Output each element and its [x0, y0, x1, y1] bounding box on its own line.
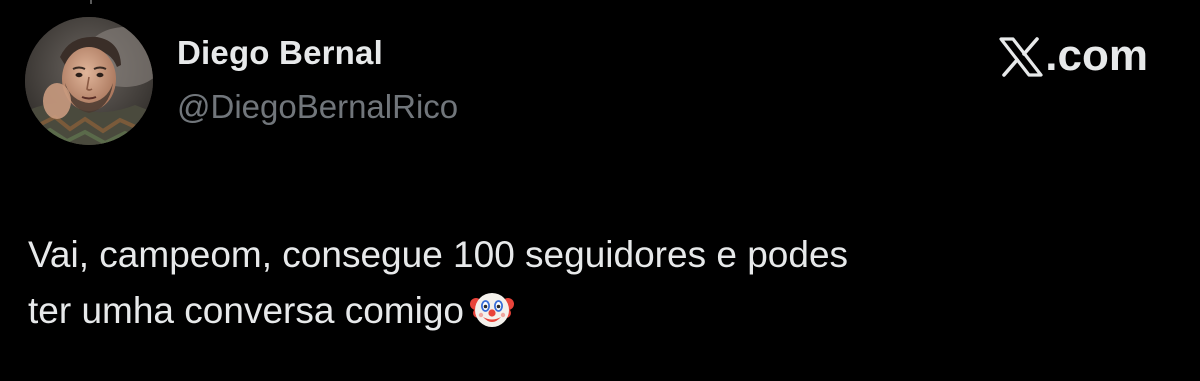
author-handle[interactable]: @DiegoBernalRico — [177, 88, 458, 126]
avatar[interactable] — [25, 17, 153, 145]
post-card: Diego Bernal @DiegoBernalRico .com Vai, … — [0, 0, 1200, 381]
post-text-segment: ter umha conversa comigo — [28, 290, 464, 331]
post-text: Vai, campeom, consegue 100 seguidores e … — [28, 227, 1158, 339]
brand-logo: .com — [999, 31, 1148, 81]
profile-photo-icon — [25, 17, 153, 145]
brand-domain-label: .com — [1045, 31, 1148, 80]
post-text-line: Vai, campeom, consegue 100 seguidores e … — [28, 234, 849, 275]
post-text-line: ter umha conversa comigo — [28, 283, 1158, 339]
thread-connector — [90, 0, 92, 4]
clown-face-emoji-icon — [469, 287, 514, 331]
author-display-name[interactable]: Diego Bernal — [177, 34, 383, 72]
x-logo-icon — [999, 37, 1043, 77]
